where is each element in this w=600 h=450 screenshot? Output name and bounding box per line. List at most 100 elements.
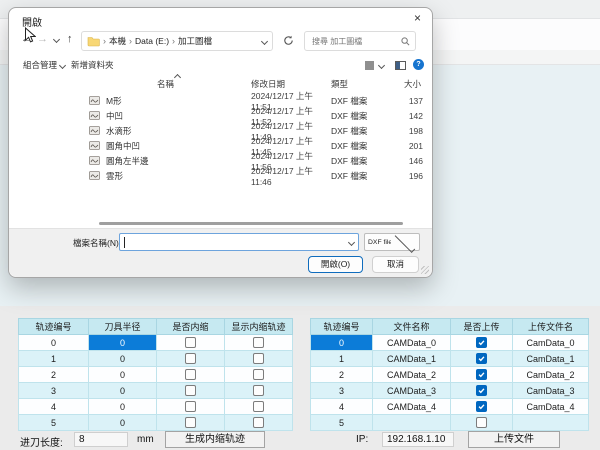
file-type-filter-select[interactable]: DXF files(*.DXF) <box>364 233 420 251</box>
show-track-checkbox-cell[interactable] <box>225 415 293 431</box>
upload-name-cell[interactable]: CamData_3 <box>513 383 589 399</box>
checkbox-checked[interactable] <box>476 353 487 364</box>
upload-name-cell[interactable] <box>513 415 589 431</box>
column-header-size[interactable]: 大小 <box>397 78 421 90</box>
open-button[interactable]: 開啟(O) <box>308 256 363 273</box>
tool-radius-cell[interactable]: 0 <box>89 351 157 367</box>
checkbox-unchecked[interactable] <box>185 417 196 428</box>
track-id-cell[interactable]: 2 <box>311 367 373 383</box>
tool-radius-cell[interactable]: 0 <box>89 367 157 383</box>
upload-checkbox-cell[interactable] <box>451 351 513 367</box>
shrink-checkbox-cell[interactable] <box>157 415 225 431</box>
cancel-button[interactable]: 取消 <box>372 256 419 273</box>
feed-length-input[interactable] <box>74 432 128 447</box>
shrink-checkbox-cell[interactable] <box>157 399 225 415</box>
upload-checkbox-cell[interactable] <box>451 335 513 351</box>
checkbox-checked[interactable] <box>476 385 487 396</box>
tool-radius-cell[interactable]: 0 <box>89 399 157 415</box>
checkbox-unchecked[interactable] <box>476 417 487 428</box>
view-mode-icon[interactable] <box>365 61 374 70</box>
shrink-checkbox-cell[interactable] <box>157 383 225 399</box>
preview-pane-icon[interactable] <box>395 61 406 70</box>
upload-name-cell[interactable]: CamData_2 <box>513 367 589 383</box>
file-name-cell[interactable]: CAMData_0 <box>373 335 451 351</box>
checkbox-unchecked[interactable] <box>185 353 196 364</box>
filename-input[interactable] <box>125 236 349 248</box>
track-id-cell[interactable]: 5 <box>311 415 373 431</box>
new-folder-button[interactable]: 新增資料夾 <box>71 59 114 71</box>
show-track-checkbox-cell[interactable] <box>225 383 293 399</box>
upload-file-button[interactable]: 上传文件 <box>468 431 560 448</box>
file-name-cell[interactable] <box>373 415 451 431</box>
ip-address-input[interactable] <box>382 432 454 447</box>
file-name-cell[interactable]: CAMData_4 <box>373 399 451 415</box>
file-name-cell[interactable]: CAMData_2 <box>373 367 451 383</box>
file-row[interactable]: 雲形2024/12/17 上午 11:46DXF 檔案196 <box>89 168 427 183</box>
generate-inner-track-button[interactable]: 生成内缩轨迹 <box>165 431 265 448</box>
search-box[interactable] <box>304 31 416 51</box>
checkbox-unchecked[interactable] <box>253 401 264 412</box>
filename-combo[interactable] <box>119 233 359 251</box>
search-input[interactable] <box>310 36 401 47</box>
recent-locations-chevron-icon[interactable] <box>53 36 60 43</box>
column-header-modified[interactable]: 修改日期 <box>251 78 285 90</box>
upload-name-cell[interactable]: CamData_4 <box>513 399 589 415</box>
track-id-cell[interactable]: 4 <box>311 399 373 415</box>
shrink-checkbox-cell[interactable] <box>157 335 225 351</box>
track-id-cell[interactable]: 3 <box>19 383 89 399</box>
show-track-checkbox-cell[interactable] <box>225 367 293 383</box>
filename-dropdown-chevron-icon[interactable] <box>348 238 355 245</box>
organize-menu[interactable]: 組合管理 <box>23 59 65 71</box>
checkbox-unchecked[interactable] <box>253 385 264 396</box>
shrink-checkbox-cell[interactable] <box>157 351 225 367</box>
upload-name-cell[interactable]: CamData_0 <box>513 335 589 351</box>
up-icon[interactable]: ↑ <box>67 34 73 45</box>
view-mode-chevron-icon[interactable] <box>378 62 385 69</box>
file-name-cell[interactable]: CAMData_3 <box>373 383 451 399</box>
upload-checkbox-cell[interactable] <box>451 383 513 399</box>
upload-checkbox-cell[interactable] <box>451 399 513 415</box>
track-id-cell[interactable]: 0 <box>19 335 89 351</box>
checkbox-checked[interactable] <box>476 369 487 380</box>
breadcrumb-item-folder[interactable]: 加工圖檔 <box>178 35 212 47</box>
file-name-cell[interactable]: CAMData_1 <box>373 351 451 367</box>
tool-radius-cell[interactable]: 0 <box>89 415 157 431</box>
track-id-cell[interactable]: 0 <box>311 335 373 351</box>
track-id-cell[interactable]: 1 <box>19 351 89 367</box>
show-track-checkbox-cell[interactable] <box>225 399 293 415</box>
help-icon[interactable]: ? <box>413 59 424 70</box>
shrink-checkbox-cell[interactable] <box>157 367 225 383</box>
breadcrumb-item-drive[interactable]: Data (E:) <box>135 36 169 46</box>
tool-radius-cell[interactable]: 0 <box>89 383 157 399</box>
track-id-cell[interactable]: 1 <box>311 351 373 367</box>
tool-radius-cell[interactable]: 0 <box>89 335 157 351</box>
track-id-cell[interactable]: 5 <box>19 415 89 431</box>
upload-checkbox-cell[interactable] <box>451 415 513 431</box>
checkbox-unchecked[interactable] <box>185 369 196 380</box>
close-icon[interactable]: × <box>414 12 421 24</box>
checkbox-unchecked[interactable] <box>253 369 264 380</box>
show-track-checkbox-cell[interactable] <box>225 335 293 351</box>
upload-checkbox-cell[interactable] <box>451 367 513 383</box>
column-header-name[interactable]: 名稱 <box>157 78 174 90</box>
column-header-type[interactable]: 類型 <box>331 78 348 90</box>
checkbox-checked[interactable] <box>476 401 487 412</box>
checkbox-unchecked[interactable] <box>185 337 196 348</box>
horizontal-scrollbar[interactable] <box>99 222 403 225</box>
checkbox-unchecked[interactable] <box>253 337 264 348</box>
checkbox-checked[interactable] <box>476 337 487 348</box>
track-id-cell[interactable]: 2 <box>19 367 89 383</box>
address-dropdown-chevron-icon[interactable] <box>261 37 268 44</box>
breadcrumb[interactable]: › 本機 › Data (E:) › 加工圖檔 <box>81 31 273 51</box>
resize-grip[interactable] <box>421 266 429 274</box>
track-id-cell[interactable]: 4 <box>19 399 89 415</box>
checkbox-unchecked[interactable] <box>185 385 196 396</box>
checkbox-unchecked[interactable] <box>185 401 196 412</box>
upload-name-cell[interactable]: CamData_1 <box>513 351 589 367</box>
checkbox-unchecked[interactable] <box>253 417 264 428</box>
show-track-checkbox-cell[interactable] <box>225 351 293 367</box>
checkbox-unchecked[interactable] <box>253 353 264 364</box>
track-id-cell[interactable]: 3 <box>311 383 373 399</box>
breadcrumb-item-this-pc[interactable]: 本機 <box>109 35 126 47</box>
refresh-icon[interactable] <box>283 35 294 46</box>
